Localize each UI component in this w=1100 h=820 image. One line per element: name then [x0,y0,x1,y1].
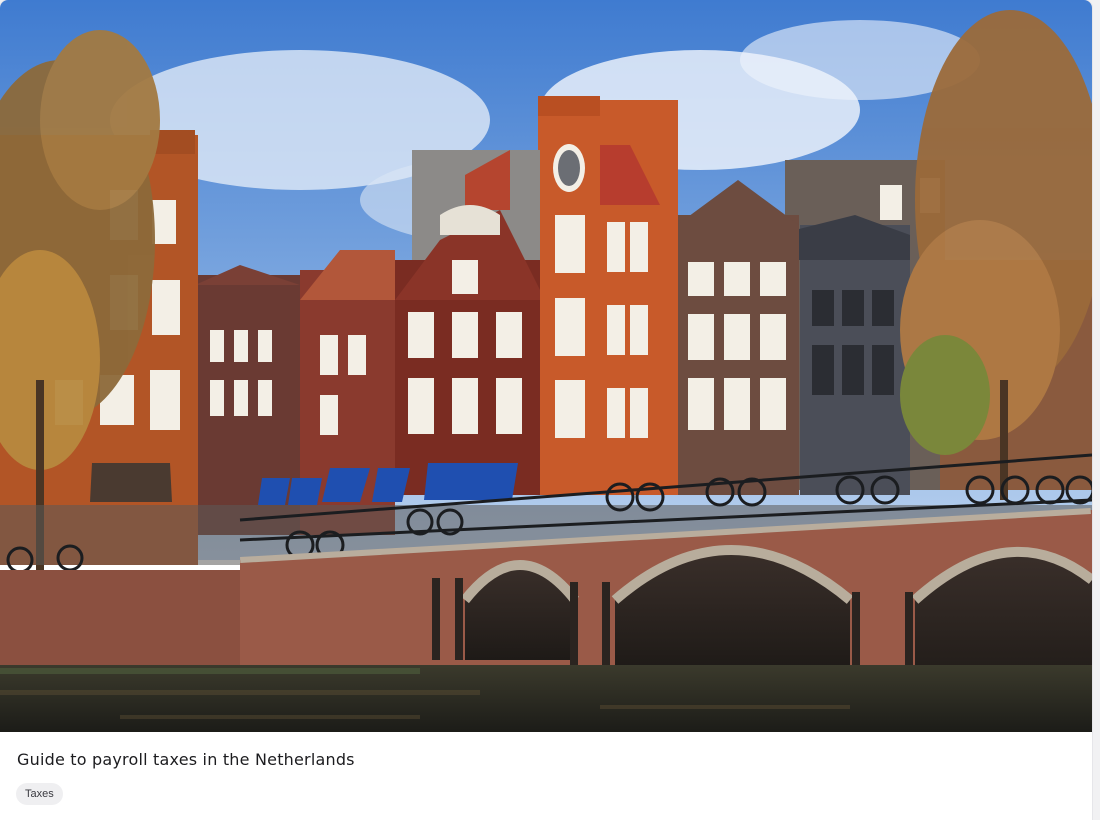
article-hero-image [0,0,1092,732]
article-title[interactable]: Guide to payroll taxes in the Netherland… [17,750,355,769]
article-card[interactable]: Guide to payroll taxes in the Netherland… [0,0,1092,820]
category-tag[interactable]: Taxes [16,783,63,805]
